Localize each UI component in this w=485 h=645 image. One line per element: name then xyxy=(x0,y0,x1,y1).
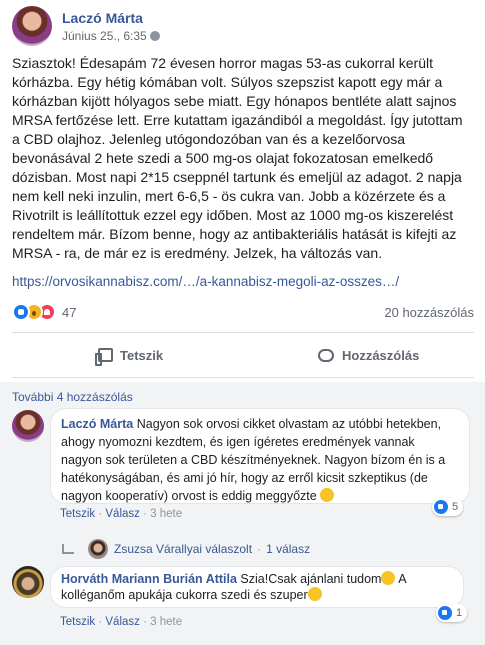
post-header: Laczó Márta Június 25., 6:35 xyxy=(12,6,472,46)
commenter-name[interactable]: Horváth Mariann Burián Attila xyxy=(61,572,237,586)
comment-like-link[interactable]: Tetszik xyxy=(60,616,95,628)
author-avatar[interactable] xyxy=(12,6,52,46)
post-timestamp[interactable]: Június 25., 6:35 xyxy=(62,29,160,43)
post-text: Sziasztok! Édesapám 72 évesen horror mag… xyxy=(12,55,463,261)
comment-reaction-count: 1 xyxy=(456,607,463,619)
comment-bubble: Horváth Mariann Burián Attila Szia!Csak … xyxy=(50,566,464,608)
comment-age[interactable]: 3 hete xyxy=(150,508,182,520)
view-more-comments-link[interactable]: További 4 hozzászólás xyxy=(12,390,133,404)
grinning-emoji-icon xyxy=(320,488,335,502)
separator: · xyxy=(257,542,262,556)
author-name[interactable]: Laczó Márta xyxy=(62,10,143,26)
comment-bubble: Laczó Márta Nagyon sok orvosi cikket olv… xyxy=(50,408,470,504)
replier-avatar xyxy=(88,539,108,559)
like-reaction-icon xyxy=(434,500,448,514)
like-reaction-icon xyxy=(438,606,452,620)
comment-meta: Tetszik · Válasz · 3 hete xyxy=(60,508,183,520)
comment-meta: Tetszik · Válasz · 3 hete xyxy=(60,616,183,628)
divider xyxy=(12,377,474,378)
replier-name[interactable]: Zsuzsa Várallyai válaszolt xyxy=(114,542,252,556)
like-reaction-icon[interactable] xyxy=(12,303,30,321)
reply-count[interactable]: 1 válasz xyxy=(266,542,310,556)
replies-summary[interactable]: Zsuzsa Várallyai válaszolt · 1 válasz xyxy=(62,539,310,559)
commenter-avatar[interactable] xyxy=(12,566,44,598)
comment-text: Szia!Csak ajánlani tudom xyxy=(236,572,382,586)
like-button-label: Tetszik xyxy=(120,347,164,363)
smiling-emoji-icon xyxy=(381,571,396,585)
divider xyxy=(12,332,474,333)
action-bar: Tetszik Hozzászólás xyxy=(12,340,474,370)
comment-button-label: Hozzászólás xyxy=(342,347,420,363)
smiling-emoji-icon xyxy=(307,587,322,601)
reaction-count[interactable]: 47 xyxy=(62,305,76,320)
thumbs-up-icon xyxy=(95,348,113,366)
comment-age[interactable]: 3 hete xyxy=(150,616,182,628)
comment-reactions[interactable]: 5 xyxy=(432,498,464,516)
timestamp-text[interactable]: Június 25., 6:35 xyxy=(62,29,147,43)
comment-like-link[interactable]: Tetszik xyxy=(60,508,95,520)
comment-reply-link[interactable]: Válasz xyxy=(105,508,140,520)
comment-reactions[interactable]: 1 xyxy=(436,604,468,622)
commenter-avatar[interactable] xyxy=(12,410,44,442)
comment-reaction-count: 5 xyxy=(452,501,459,513)
comment-count[interactable]: 20 hozzászólás xyxy=(384,305,474,320)
globe-icon xyxy=(149,31,160,41)
like-button[interactable]: Tetszik xyxy=(95,340,164,370)
comment-bubble-icon xyxy=(318,348,334,362)
comment-button[interactable]: Hozzászólás xyxy=(318,340,419,370)
comments-section: További 4 hozzászólás Laczó Márta Nagyon… xyxy=(0,382,485,645)
reply-arrow-icon xyxy=(62,544,74,554)
post-link[interactable]: https://orvosikannabisz.com/…/a-kannabis… xyxy=(12,274,399,289)
comment-reply-link[interactable]: Válasz xyxy=(105,616,140,628)
commenter-name[interactable]: Laczó Márta xyxy=(61,417,133,431)
reactions-bar: 47 20 hozzászólás xyxy=(12,303,474,323)
